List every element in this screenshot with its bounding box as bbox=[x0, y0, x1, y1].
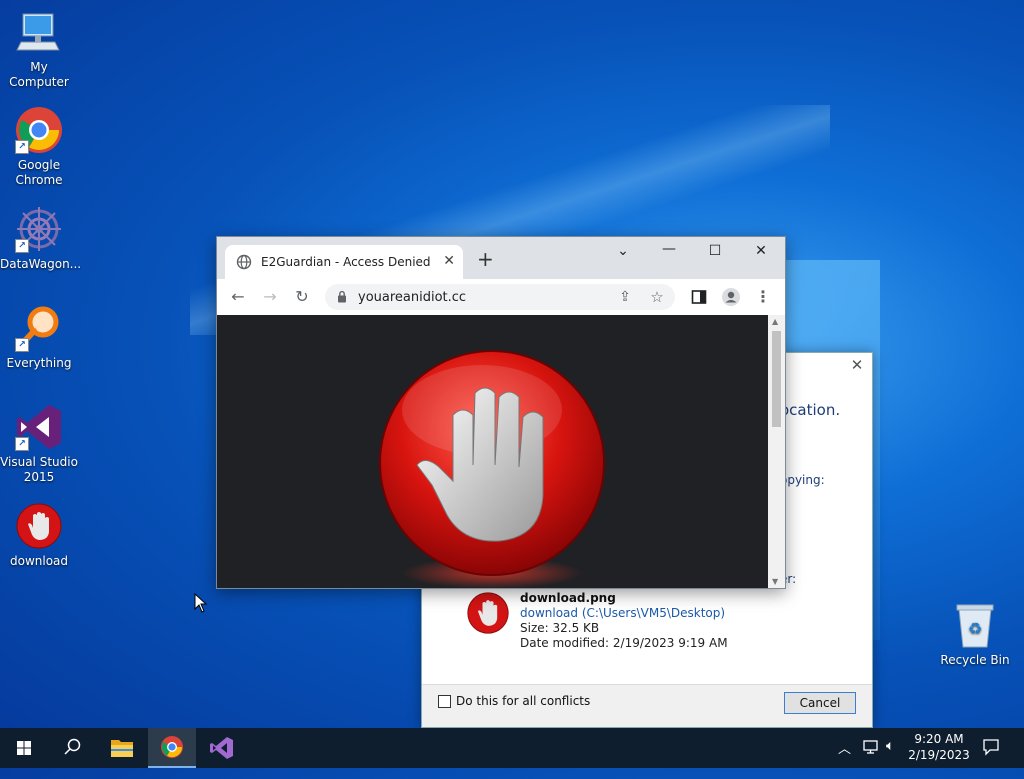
desktop-icon-datawagon[interactable]: ↗ DataWagon... bbox=[0, 205, 82, 272]
chrome-window: E2Guardian - Access Denied ✕ + ⌄ — ☐ ✕ ←… bbox=[216, 236, 786, 589]
desktop-icon-visual-studio[interactable]: ↗ Visual Studio 2015 bbox=[0, 403, 78, 485]
everything-search-icon: ↗ bbox=[15, 304, 63, 352]
tab-close-icon[interactable]: ✕ bbox=[443, 253, 455, 269]
desktop-icon-label: DataWagon... bbox=[0, 257, 82, 271]
file-size: Size: 32.5 KB bbox=[520, 621, 600, 635]
tab-search-chevron-icon[interactable]: ⌄ bbox=[613, 243, 633, 259]
lock-icon bbox=[337, 290, 347, 303]
checkbox-box[interactable] bbox=[438, 694, 451, 708]
file-info[interactable]: download.png download (C:\Users\VM5\Desk… bbox=[466, 591, 846, 657]
new-tab-icon[interactable]: + bbox=[477, 249, 494, 269]
desktop-icon-label: Everything bbox=[6, 356, 72, 370]
stop-hand-image bbox=[379, 350, 605, 588]
stop-hand-file-icon bbox=[466, 591, 510, 635]
svg-text:♻: ♻ bbox=[968, 619, 982, 638]
forward-icon[interactable]: → bbox=[260, 287, 280, 307]
tab-e2guardian[interactable]: E2Guardian - Access Denied ✕ bbox=[225, 245, 463, 279]
url-text: youareanidiot.cc bbox=[358, 290, 467, 305]
page-scrollbar[interactable]: ▲ ▼ bbox=[768, 315, 785, 588]
recycle-bin-icon: ♻ bbox=[951, 601, 999, 649]
mouse-cursor-icon bbox=[194, 593, 208, 613]
browser-toolbar: ← → ↻ youareanidiot.cc ⇪ ☆ ⋮ bbox=[217, 279, 785, 315]
shortcut-arrow-icon: ↗ bbox=[15, 140, 29, 154]
visual-studio-icon: ↗ bbox=[15, 403, 63, 451]
taskbar-search-button[interactable] bbox=[48, 728, 96, 768]
clock-date: 2/19/2023 bbox=[908, 748, 970, 762]
chrome-icon: ↗ bbox=[15, 106, 63, 154]
clock-time: 9:20 AM bbox=[914, 732, 964, 746]
search-icon bbox=[64, 738, 81, 755]
dialog-heading-fragment: ocation. bbox=[780, 401, 841, 419]
visual-studio-icon bbox=[210, 737, 233, 759]
desktop-icon-label: My Computer bbox=[9, 60, 69, 89]
windows-logo-icon bbox=[17, 741, 31, 755]
desktop-icon-recycle-bin[interactable]: ♻ Recycle Bin bbox=[936, 601, 1014, 668]
page-content bbox=[217, 315, 768, 588]
close-window-icon[interactable]: ✕ bbox=[751, 243, 771, 259]
datawagon-icon: ↗ bbox=[15, 205, 63, 253]
chrome-icon bbox=[161, 736, 183, 758]
scroll-up-icon[interactable]: ▲ bbox=[772, 317, 778, 326]
back-icon[interactable]: ← bbox=[228, 287, 248, 307]
minimize-icon[interactable]: — bbox=[659, 241, 679, 257]
taskbar-visual-studio[interactable] bbox=[197, 728, 245, 768]
taskbar: ︿ 🔈︎ 9:20 AM 2/19/2023 bbox=[0, 728, 1024, 768]
taskbar-file-explorer[interactable] bbox=[98, 728, 146, 768]
tab-title: E2Guardian - Access Denied bbox=[261, 255, 431, 269]
desktop-icon-label: Google Chrome bbox=[15, 158, 63, 187]
taskbar-chrome[interactable] bbox=[148, 728, 196, 768]
dialog-close-icon[interactable]: ✕ bbox=[850, 358, 864, 373]
taskbar-clock[interactable]: 9:20 AM 2/19/2023 bbox=[908, 731, 970, 763]
menu-kebab-icon[interactable]: ⋮ bbox=[753, 287, 773, 307]
tab-strip: E2Guardian - Access Denied ✕ + ⌄ — ☐ ✕ bbox=[217, 237, 785, 279]
desktop-icon-google-chrome[interactable]: ↗ Google Chrome bbox=[0, 106, 78, 188]
desktop-icon-label: Visual Studio 2015 bbox=[0, 455, 78, 484]
dialog-option-fragment[interactable]: opying: bbox=[780, 473, 825, 487]
volume-icon[interactable]: 🔈︎ bbox=[886, 738, 894, 778]
desktop-icon-everything[interactable]: ↗ Everything bbox=[0, 304, 78, 371]
address-bar[interactable]: youareanidiot.cc ⇪ ☆ bbox=[325, 284, 675, 310]
scroll-down-icon[interactable]: ▼ bbox=[772, 577, 778, 586]
checkbox-label: Do this for all conflicts bbox=[456, 694, 591, 708]
globe-icon bbox=[236, 254, 252, 270]
shortcut-arrow-icon: ↗ bbox=[15, 437, 29, 451]
tray-overflow-chevron-icon[interactable]: ︿ bbox=[838, 738, 851, 778]
share-icon[interactable]: ⇪ bbox=[615, 287, 635, 307]
computer-icon bbox=[15, 8, 63, 56]
folder-icon bbox=[111, 740, 133, 757]
file-path: download (C:\Users\VM5\Desktop) bbox=[520, 606, 726, 620]
profile-avatar-icon[interactable] bbox=[721, 287, 741, 307]
start-button[interactable] bbox=[0, 728, 48, 768]
all-conflicts-checkbox[interactable]: Do this for all conflicts bbox=[438, 694, 590, 708]
reload-icon[interactable]: ↻ bbox=[292, 287, 312, 307]
desktop-icon-label: download bbox=[9, 554, 69, 568]
action-center-icon[interactable] bbox=[982, 738, 1000, 778]
desktop-icon-label: Recycle Bin bbox=[940, 653, 1010, 667]
desktop-icon-my-computer[interactable]: My Computer bbox=[0, 8, 78, 90]
stop-hand-icon bbox=[15, 502, 63, 550]
shortcut-arrow-icon: ↗ bbox=[15, 338, 29, 352]
shortcut-arrow-icon: ↗ bbox=[15, 239, 29, 253]
dialog-footer: Do this for all conflicts Cancel bbox=[422, 684, 872, 727]
desktop-icon-download[interactable]: download bbox=[0, 502, 78, 569]
maximize-icon[interactable]: ☐ bbox=[705, 243, 725, 259]
network-icon[interactable] bbox=[862, 739, 880, 779]
cancel-button[interactable]: Cancel bbox=[784, 692, 856, 714]
bookmark-star-icon[interactable]: ☆ bbox=[647, 287, 667, 307]
side-panel-icon[interactable] bbox=[689, 287, 709, 307]
file-modified: Date modified: 2/19/2023 9:19 AM bbox=[520, 636, 728, 650]
file-name: download.png bbox=[520, 591, 616, 605]
scrollbar-thumb[interactable] bbox=[772, 331, 781, 427]
